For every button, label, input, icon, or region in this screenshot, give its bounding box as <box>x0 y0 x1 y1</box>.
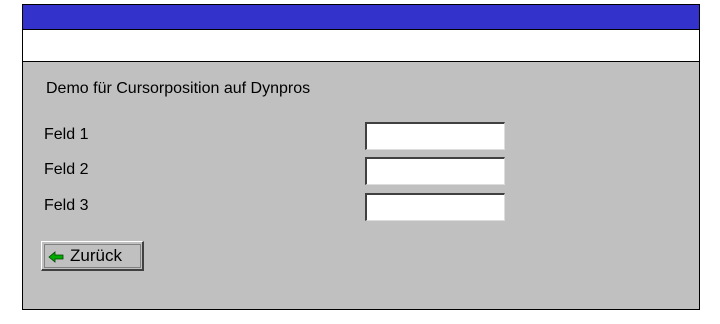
field-2-label: Feld 2 <box>44 161 89 178</box>
field-2-input[interactable] <box>365 157 505 185</box>
arrow-left-icon <box>48 250 64 263</box>
field-1-label: Feld 1 <box>44 126 89 143</box>
back-button-label: Zurück <box>70 245 122 265</box>
field-1-input[interactable] <box>365 122 505 150</box>
header-band <box>23 30 699 62</box>
title-bar <box>23 5 699 30</box>
screen-heading: Demo für Cursorposition auf Dynpros <box>46 80 311 97</box>
screen-content: Demo für Cursorposition auf Dynpros Feld… <box>23 62 699 309</box>
field-3-input[interactable] <box>365 193 505 221</box>
back-button[interactable]: Zurück <box>41 241 144 271</box>
field-3-label: Feld 3 <box>44 197 89 214</box>
dynpro-window: Demo für Cursorposition auf Dynpros Feld… <box>22 4 700 310</box>
